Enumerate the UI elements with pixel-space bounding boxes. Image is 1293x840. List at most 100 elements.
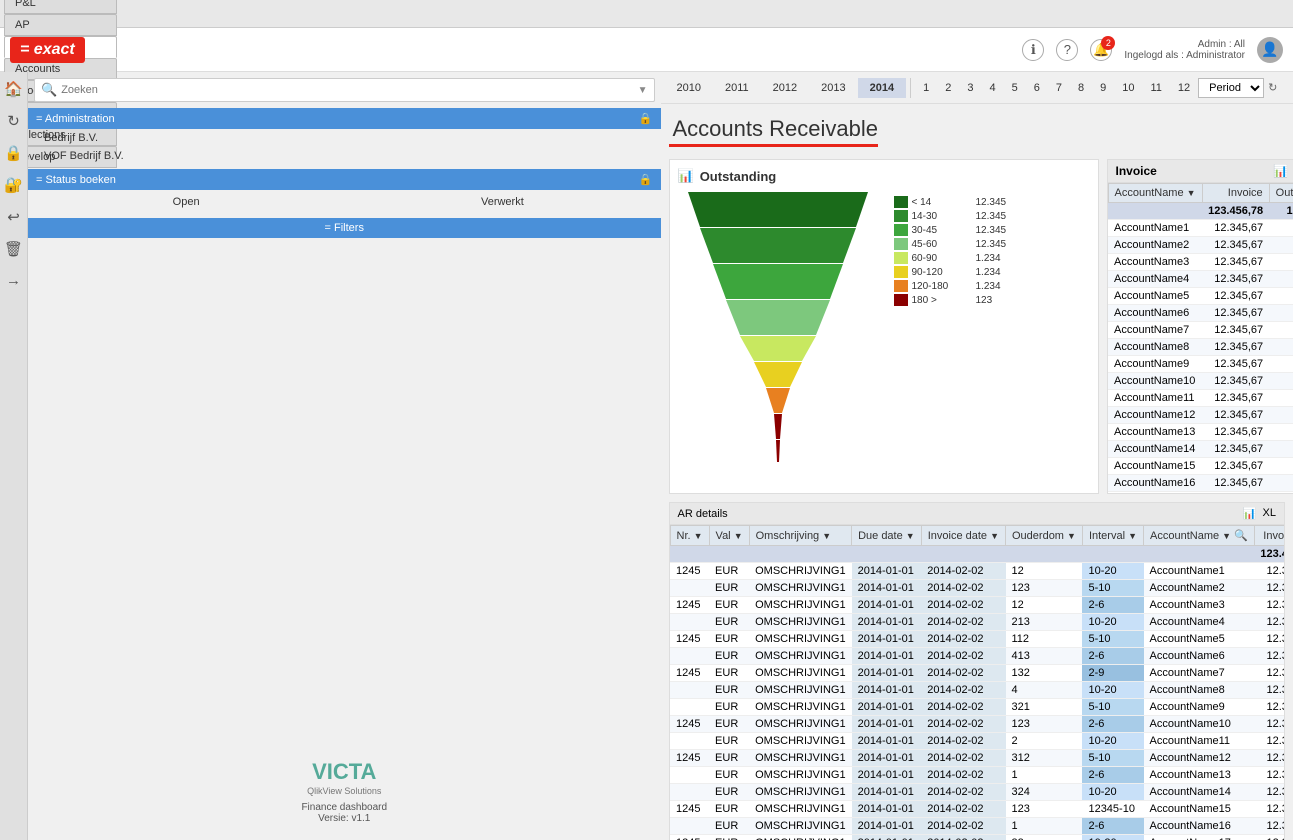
table-row[interactable]: AccountName17 12.345,67 12.345,67 <box>1108 492 1293 494</box>
period-tab-3[interactable]: 3 <box>959 78 981 98</box>
col-val[interactable]: Val ▼ <box>709 526 749 546</box>
list-item[interactable]: EUR OMSCHRIJVING1 2014-01-01 2014-02-02 … <box>670 818 1284 835</box>
table-row[interactable]: AccountName10 12.345,67 12.345,67 <box>1108 373 1293 390</box>
invoice-col-outstanding[interactable]: Outstanding / <box>1269 184 1293 203</box>
list-item[interactable]: 1245 EUR OMSCHRIJVING1 2014-01-01 2014-0… <box>670 597 1284 614</box>
list-item[interactable]: 1245 EUR OMSCHRIJVING1 2014-01-01 2014-0… <box>670 563 1284 580</box>
period-tab-1[interactable]: 1 <box>915 78 937 98</box>
search-bar[interactable]: 🔍 ▼ <box>34 78 655 102</box>
period-tab-9[interactable]: 9 <box>1092 78 1114 98</box>
home-icon[interactable]: 🏠 <box>4 80 23 98</box>
search-input[interactable] <box>61 84 637 96</box>
list-item[interactable]: EUR OMSCHRIJVING1 2014-01-01 2014-02-02 … <box>670 767 1284 784</box>
list-item[interactable]: EUR OMSCHRIJVING1 2014-01-01 2014-02-02 … <box>670 614 1284 631</box>
period-tab-7[interactable]: 7 <box>1048 78 1070 98</box>
notification-icon[interactable]: 🔔 2 <box>1090 39 1112 61</box>
table-row[interactable]: AccountName12 12.345,67 12.345,67 <box>1108 407 1293 424</box>
period-tab-4[interactable]: 4 <box>981 78 1003 98</box>
table-row[interactable]: AccountName6 12.345,67 12.345,67 <box>1108 305 1293 322</box>
invoice-col-invoice[interactable]: Invoice <box>1202 184 1269 203</box>
period-tab-8[interactable]: 8 <box>1070 78 1092 98</box>
period-select[interactable]: Period <box>1198 78 1264 98</box>
year-tab-2011[interactable]: 2011 <box>713 78 761 98</box>
status-open[interactable]: Open <box>28 194 344 210</box>
period-tab-12[interactable]: 12 <box>1170 78 1198 98</box>
list-item[interactable]: 1245 EUR OMSCHRIJVING1 2014-01-01 2014-0… <box>670 631 1284 648</box>
list-item[interactable]: EUR OMSCHRIJVING1 2014-01-01 2014-02-02 … <box>670 648 1284 665</box>
list-item[interactable]: EUR OMSCHRIJVING1 2014-01-01 2014-02-02 … <box>670 733 1284 750</box>
table-row[interactable]: AccountName11 12.345,67 12.345,67 <box>1108 390 1293 407</box>
ar-row-nr: 1245 <box>670 631 709 648</box>
status-section[interactable]: = Status boeken 🔒 <box>28 169 661 190</box>
back-icon[interactable]: ↩ <box>7 208 20 226</box>
list-item[interactable]: EUR OMSCHRIJVING1 2014-01-01 2014-02-02 … <box>670 784 1284 801</box>
list-item[interactable]: 1245 EUR OMSCHRIJVING1 2014-01-01 2014-0… <box>670 801 1284 818</box>
list-item[interactable]: EUR OMSCHRIJVING1 2014-01-01 2014-02-02 … <box>670 699 1284 716</box>
list-item[interactable]: 1245 EUR OMSCHRIJVING1 2014-01-01 2014-0… <box>670 750 1284 767</box>
col-accountname[interactable]: AccountName ▼ 🔍 <box>1144 526 1255 546</box>
invoice-row-invoice: 12.345,67 <box>1202 220 1269 237</box>
user-info: Admin : All Ingelogd als : Administrator <box>1124 39 1245 61</box>
funnel-legend: < 14 12.345 14-30 12.345 30-45 12.345 45… <box>894 196 1007 306</box>
invoice-col-accountname[interactable]: AccountName ▼ <box>1108 184 1202 203</box>
forward-icon[interactable]: → <box>6 272 21 289</box>
nav-tab-ap[interactable]: AP <box>4 14 117 36</box>
year-tab-2010[interactable]: 2010 <box>665 78 713 98</box>
invoice-row-invoice: 12.345,67 <box>1202 339 1269 356</box>
list-item[interactable]: EUR OMSCHRIJVING1 2014-01-01 2014-02-02 … <box>670 682 1284 699</box>
col-omschrijving[interactable]: Omschrijving ▼ <box>749 526 851 546</box>
table-row[interactable]: AccountName2 12.345,67 12.345,67 <box>1108 237 1293 254</box>
company-item-1[interactable]: Bedrijf B.V. <box>28 129 661 147</box>
table-row[interactable]: AccountName14 12.345,67 12.345,67 <box>1108 441 1293 458</box>
main-layout: 🏠 ↻ 🔒 🔐 ↩ 🗑 → 🔍 ▼ = Administration 🔒 Bed… <box>0 72 1293 840</box>
search-dropdown-icon[interactable]: ▼ <box>638 85 648 96</box>
table-row[interactable]: AccountName9 12.345,67 12.345,67 <box>1108 356 1293 373</box>
refresh-icon[interactable]: ↻ <box>7 112 20 130</box>
lock-icon[interactable]: 🔒 <box>4 144 23 162</box>
year-tabs-container: 20102011201220132014 <box>665 78 907 98</box>
trash-icon[interactable]: 🗑 <box>4 240 23 258</box>
table-row[interactable]: AccountName3 12.345,67 12.345,67 <box>1108 254 1293 271</box>
table-row[interactable]: AccountName5 12.345,67 12.345,67 <box>1108 288 1293 305</box>
table-row[interactable]: AccountName1 12.345,67 12.345,67 <box>1108 220 1293 237</box>
col-due-date[interactable]: Due date ▼ <box>852 526 922 546</box>
year-tab-2012[interactable]: 2012 <box>761 78 809 98</box>
table-row[interactable]: AccountName15 12.345,67 12.345,67 <box>1108 458 1293 475</box>
period-tab-10[interactable]: 10 <box>1114 78 1142 98</box>
help-icon[interactable]: ? <box>1056 39 1078 61</box>
table-row[interactable]: AccountName8 12.345,67 12.345,67 <box>1108 339 1293 356</box>
ar-details-xl-label[interactable]: XL <box>1263 507 1276 520</box>
lock2-icon[interactable]: 🔐 <box>4 176 23 194</box>
ar-details-excel-icon[interactable]: 📊 <box>1243 507 1257 520</box>
info-icon[interactable]: ℹ <box>1022 39 1044 61</box>
col-interval[interactable]: Interval ▼ <box>1082 526 1143 546</box>
list-item[interactable]: 1245 EUR OMSCHRIJVING1 2014-01-01 2014-0… <box>670 716 1284 733</box>
table-row[interactable]: AccountName16 12.345,67 12.345,67 <box>1108 475 1293 492</box>
list-item[interactable]: EUR OMSCHRIJVING1 2014-01-01 2014-02-02 … <box>670 580 1284 597</box>
period-tab-2[interactable]: 2 <box>937 78 959 98</box>
year-tab-2014[interactable]: 2014 <box>858 78 906 98</box>
period-tab-11[interactable]: 11 <box>1142 78 1169 98</box>
funnel-chart[interactable] <box>678 192 878 472</box>
table-row[interactable]: AccountName7 12.345,67 12.345,67 <box>1108 322 1293 339</box>
nav-tab-p&l[interactable]: P&L <box>4 0 117 14</box>
filters-section[interactable]: = Filters <box>28 218 661 238</box>
ar-row-val: EUR <box>709 597 749 614</box>
company-item-2[interactable]: VOF Bedrijf B.V. <box>28 147 661 165</box>
legend-label: 90-120 <box>912 267 972 278</box>
col-nr[interactable]: Nr. ▼ <box>670 526 709 546</box>
list-item[interactable]: 1245 EUR OMSCHRIJVING1 2014-01-01 2014-0… <box>670 665 1284 682</box>
col-invoice[interactable]: Invoice 🔍 <box>1254 526 1284 546</box>
administration-section[interactable]: = Administration 🔒 <box>28 108 661 129</box>
refresh-spinner-icon[interactable]: ↻ <box>1268 81 1277 94</box>
period-tab-6[interactable]: 6 <box>1026 78 1048 98</box>
table-row[interactable]: AccountName13 12.345,67 12.345,67 <box>1108 424 1293 441</box>
invoice-excel-icon[interactable]: 📊 <box>1273 164 1288 178</box>
col-ouderdom[interactable]: Ouderdom ▼ <box>1006 526 1083 546</box>
col-invoice-date[interactable]: Invoice date ▼ <box>921 526 1005 546</box>
list-item[interactable]: 1245 EUR OMSCHRIJVING1 2014-01-01 2014-0… <box>670 835 1284 840</box>
status-verwerkt[interactable]: Verwerkt <box>344 194 660 210</box>
period-tab-5[interactable]: 5 <box>1004 78 1026 98</box>
year-tab-2013[interactable]: 2013 <box>809 78 857 98</box>
table-row[interactable]: AccountName4 12.345,67 12.345,67 <box>1108 271 1293 288</box>
